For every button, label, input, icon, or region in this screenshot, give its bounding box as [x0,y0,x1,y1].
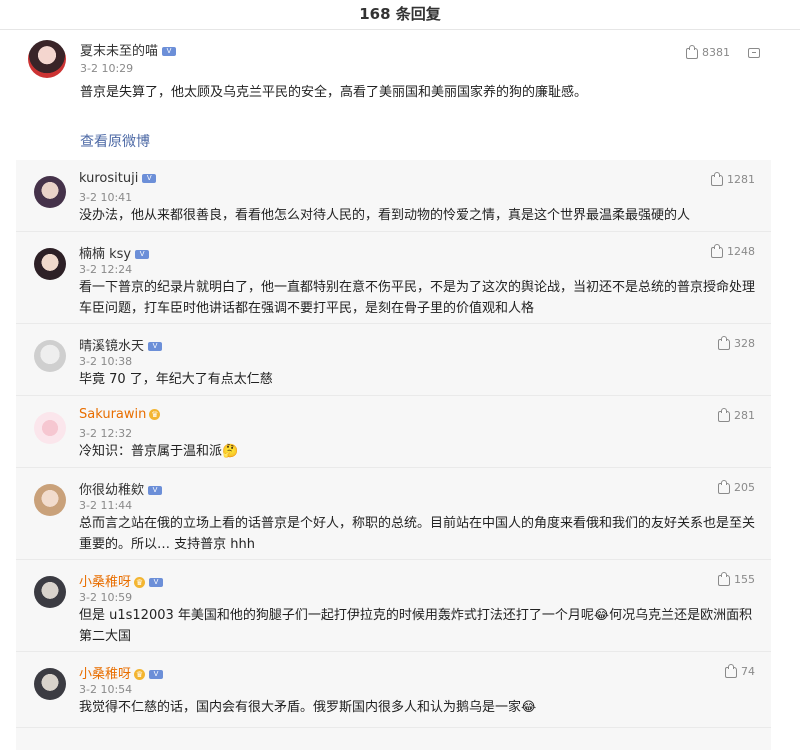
reply-text: 总而言之站在俄的立场上看的话普京是个好人，称职的总统。目前站在中国人的角度来看俄… [79,516,756,552]
username-text[interactable]: 小桑稚呀 [79,575,131,590]
reply-item: Sakurawin ♛ 3-2 12:32 冷知识：普京属于温和派🤔 281 [16,396,771,468]
verified-badge-icon: V [149,670,164,679]
thumbs-up-icon [686,44,698,59]
comment-time: 3-2 10:29 [80,62,134,75]
username-text[interactable]: Sakurawin [79,407,146,422]
reply-item: 你很幼稚欸 V 3-2 11:44 总而言之站在俄的立场上看的话普京是个好人，称职… [16,468,771,560]
reply-item: kurosituji V 3-2 10:41 没办法，他从来都很善良，看看他怎么对… [16,160,771,232]
like-button[interactable]: 1281 [711,171,755,186]
comment-text: 普京是失算了，他太顾及乌克兰平民的安全，高看了美丽国和美丽国家养的狗的廉耻感。 [80,85,588,100]
reply-username[interactable]: 晴溪镜水天 V [79,335,163,354]
view-original-link[interactable]: 查看原微博 [80,131,150,151]
verified-badge-icon: V [162,47,177,56]
username-text[interactable]: 小桑稚呀 [79,667,131,682]
username-text[interactable]: 你很幼稚欸 [79,483,144,498]
reply-text: 我觉得不仁慈的话，国内会有很大矛盾。俄罗斯国内很多人和认为鹅乌是一家😂 [79,700,537,715]
like-button[interactable]: 205 [718,479,755,494]
thumbs-up-icon [711,243,723,258]
reply-time: 3-2 12:24 [79,263,133,276]
reply-username[interactable]: kurosituji V [79,171,157,186]
reply-time: 3-2 11:44 [79,499,133,512]
like-count: 205 [734,481,755,494]
username-text[interactable]: 夏末未至的喵 [80,44,158,59]
reply-time: 3-2 10:59 [79,591,133,604]
thumbs-up-icon [718,335,730,350]
thumbs-up-icon [711,171,723,186]
username-text[interactable]: 楠楠 ksy [79,247,131,262]
reply-icon[interactable] [748,48,760,58]
like-button[interactable]: 281 [718,407,755,422]
reply-count-title: 168 条回复 [359,5,441,23]
avatar[interactable] [34,668,66,700]
crown-icon: ♛ [134,577,146,588]
reply-list: kurosituji V 3-2 10:41 没办法，他从来都很善良，看看他怎么对… [16,160,771,750]
reply-text: 看一下普京的纪录片就明白了，他一直都特别在意不伤平民，不是为了这次的舆论战，当初… [79,280,756,316]
like-count: 281 [734,409,755,422]
avatar[interactable] [28,40,66,78]
like-button[interactable]: 155 [718,571,755,586]
verified-badge-icon: V [148,342,163,351]
reply-item: 楠楠 ksy V 3-2 12:24 看一下普京的纪录片就明白了，他一直都特别在意… [16,232,771,324]
like-button[interactable]: 1248 [711,243,755,258]
verified-badge-icon: V [148,486,163,495]
avatar[interactable] [34,176,66,208]
thumbs-up-icon [725,663,737,678]
verified-badge-icon: V [142,174,157,183]
like-count: 8381 [702,46,730,59]
crown-icon: ♛ [134,669,146,680]
username-text[interactable]: 晴溪镜水天 [79,339,144,354]
avatar[interactable] [34,576,66,608]
reply-username[interactable]: 小桑稚呀 ♛ V [79,571,164,590]
avatar[interactable] [34,484,66,516]
like-button[interactable]: 328 [718,335,755,350]
thumbs-up-icon [718,571,730,586]
reply-time: 3-2 10:54 [79,683,133,696]
comment-username[interactable]: 夏末未至的喵 V [80,40,177,59]
reply-username[interactable]: 小桑稚呀 ♛ V [79,663,164,682]
reply-text: 毕竟 70 了，年纪大了有点太仁慈 [79,372,273,387]
username-text[interactable]: kurosituji [79,171,138,186]
like-button[interactable]: 74 [725,663,755,678]
verified-badge-icon: V [135,250,150,259]
reply-username[interactable]: Sakurawin ♛ [79,407,161,422]
reply-time: 3-2 12:32 [79,427,133,440]
like-button[interactable]: 8381 [686,44,730,59]
avatar[interactable] [34,248,66,280]
verified-badge-icon: V [149,578,164,587]
thumbs-up-icon [718,479,730,494]
top-bar: 168 条回复 [0,0,800,30]
avatar[interactable] [34,412,66,444]
reply-username[interactable]: 楠楠 ksy V [79,243,150,262]
reply-item: 小桑稚呀 ♛ V 3-2 10:59 但是 u1s12003 年美国和他的狗腿子们一… [16,560,771,652]
like-count: 155 [734,573,755,586]
main-comment: 夏末未至的喵 V 3-2 10:29 普京是失算了，他太顾及乌克兰平民的安全，高看… [0,30,800,160]
reply-time: 3-2 10:41 [79,191,133,204]
reply-text: 没办法，他从来都很善良，看看他怎么对待人民的，看到动物的怜爱之情，真是这个世界最… [79,208,691,223]
like-count: 1281 [727,173,755,186]
thumbs-up-icon [718,407,730,422]
like-count: 328 [734,337,755,350]
like-count: 1248 [727,245,755,258]
avatar[interactable] [34,340,66,372]
reply-item: 小桑稚呀 ♛ V 3-2 10:54 我觉得不仁慈的话，国内会有很大矛盾。俄罗斯国内… [16,652,771,728]
reply-item: 晴溪镜水天 V 3-2 10:38 毕竟 70 了，年纪大了有点太仁慈 328 [16,324,771,396]
reply-username[interactable]: 你很幼稚欸 V [79,479,163,498]
reply-time: 3-2 10:38 [79,355,133,368]
like-count: 74 [741,665,755,678]
reply-text: 但是 u1s12003 年美国和他的狗腿子们一起打伊拉克的时候用轰炸式打法还打了… [79,608,753,644]
reply-text: 冷知识：普京属于温和派🤔 [79,444,239,459]
crown-icon: ♛ [149,409,161,420]
